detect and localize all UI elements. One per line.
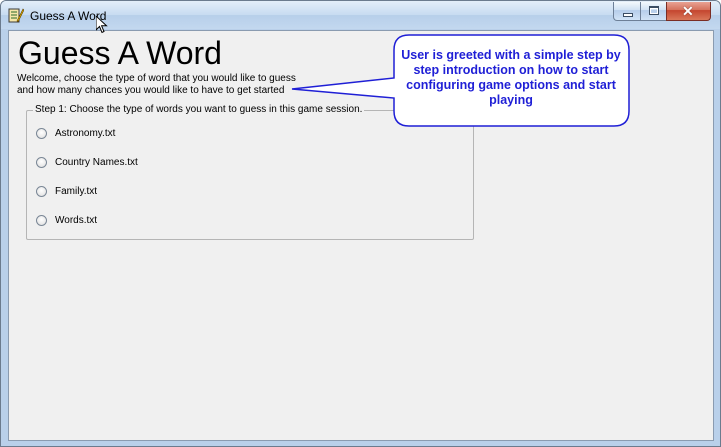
callout-text: User is greeted with a simple step by st… <box>401 48 621 107</box>
mouse-pointer-icon <box>96 16 108 34</box>
